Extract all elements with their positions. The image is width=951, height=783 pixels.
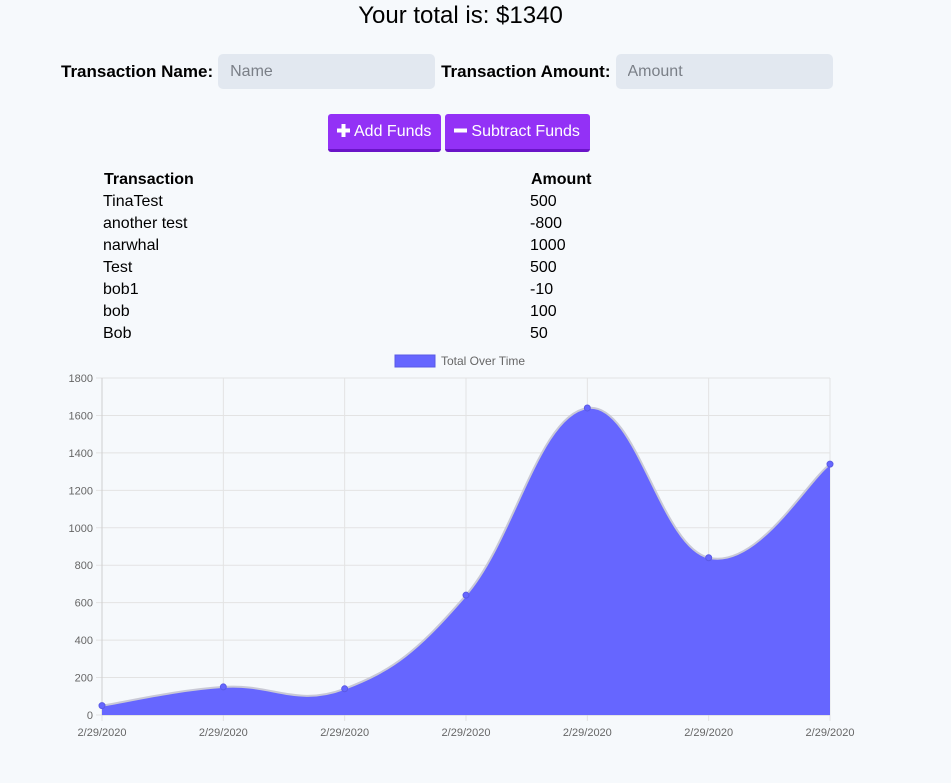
x-tick-label: 2/29/2020 (78, 727, 127, 739)
transaction-name-cell: bob (103, 303, 130, 320)
plus-icon (337, 122, 350, 142)
data-point (341, 685, 349, 693)
table-row: bob 100 (102, 301, 591, 323)
data-point (98, 702, 106, 710)
chart-svg: 0 200 400 600 800 1000 1200 1400 1600 1800 2/29/20… (69, 354, 855, 739)
y-tick-label: 1400 (69, 448, 93, 460)
y-tick-label: 1800 (69, 373, 93, 385)
transactions-table: Transaction Amount TinaTest 500 another t… (102, 169, 591, 345)
table-row: bob1 -10 (102, 279, 591, 301)
transaction-name-cell: Test (103, 259, 133, 276)
x-tick-label: 2/29/2020 (320, 727, 369, 739)
transaction-name-cell: another test (103, 215, 188, 232)
data-point (219, 683, 227, 691)
y-tick-label: 1600 (69, 410, 93, 422)
y-tick-label: 800 (75, 560, 93, 572)
transaction-amount-cell: 500 (530, 259, 557, 276)
transaction-amount-input[interactable] (615, 54, 833, 89)
transaction-amount-cell: -10 (530, 281, 554, 298)
amount-column-header: Amount (531, 171, 592, 188)
x-tick-label: 2/29/2020 (806, 727, 855, 739)
y-tick-label: 0 (87, 710, 93, 722)
minus-icon (454, 122, 468, 142)
add-funds-button[interactable]: Add Funds (328, 114, 442, 152)
y-tick-label: 1200 (69, 485, 93, 497)
table-row: Bob 50 (102, 323, 591, 345)
legend-swatch (394, 354, 436, 368)
y-tick-label: 400 (75, 635, 93, 647)
add-funds-label: Add Funds (354, 122, 432, 140)
x-tick-label: 2/29/2020 (563, 727, 612, 739)
transaction-amount-cell: -800 (530, 215, 563, 232)
subtract-funds-button[interactable]: Subtract Funds (445, 114, 590, 152)
data-point (705, 554, 713, 562)
table-header-row: Transaction Amount (102, 169, 591, 191)
table-row: another test -800 (102, 213, 591, 235)
transaction-amount-cell: 1000 (530, 237, 566, 254)
transaction-form: Transaction Name: Transaction Amount: (61, 54, 839, 89)
subtract-funds-label: Subtract Funds (471, 122, 580, 140)
transaction-amount-cell: 500 (530, 193, 557, 210)
transaction-name-cell: Bob (103, 325, 132, 342)
transaction-amount-cell: 100 (530, 303, 557, 320)
transaction-name-cell: TinaTest (103, 193, 163, 210)
button-group: Add Funds Subtract Funds (328, 114, 590, 152)
total-heading: Your total is: $1340 (358, 2, 563, 29)
transaction-name-input[interactable] (218, 54, 436, 89)
x-tick-label: 2/29/2020 (442, 727, 491, 739)
legend-label: Total Over Time (441, 354, 525, 368)
data-point (583, 404, 591, 412)
x-tick-label: 2/29/2020 (684, 727, 733, 739)
table-row: narwhal 1000 (102, 235, 591, 257)
y-tick-label: 600 (75, 598, 93, 610)
x-tick-label: 2/29/2020 (199, 727, 248, 739)
transaction-amount-label: Transaction Amount: (441, 61, 611, 81)
table-row: TinaTest 500 (102, 191, 591, 213)
y-tick-label: 1000 (69, 523, 93, 535)
transaction-name-cell: narwhal (103, 237, 160, 254)
transaction-name-cell: bob1 (103, 281, 139, 298)
data-point (826, 460, 834, 468)
data-point (462, 591, 470, 599)
transaction-name-label: Transaction Name: (61, 61, 214, 81)
table-row: Test 500 (102, 257, 591, 279)
total-over-time-chart: 0 200 400 600 800 1000 1200 1400 1600 1800 2/29/20… (40, 350, 880, 750)
transaction-column-header: Transaction (104, 171, 194, 188)
transaction-amount-cell: 50 (530, 325, 548, 342)
y-tick-label: 200 (75, 673, 93, 685)
